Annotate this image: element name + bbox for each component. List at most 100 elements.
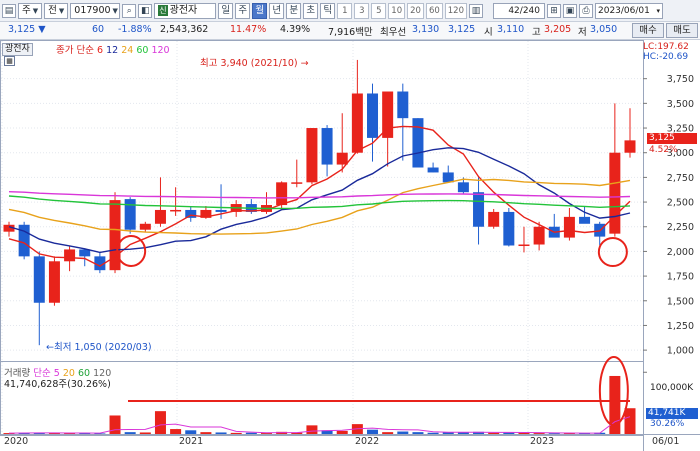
- chevron-down-icon: ▼: [32, 6, 39, 15]
- candle-body: [533, 226, 545, 245]
- candle-body: [33, 256, 45, 303]
- volume-bar: [154, 411, 166, 434]
- candle-body: [79, 249, 91, 257]
- ma-6: 6: [97, 45, 104, 56]
- annotations: [116, 235, 630, 426]
- low-price: 3,050: [590, 24, 618, 35]
- period-week[interactable]: 주: [235, 2, 251, 19]
- candle-body: [579, 216, 591, 224]
- stock-name-field[interactable]: 신 광전자: [154, 2, 217, 19]
- last-pct: 4.52%: [649, 145, 678, 155]
- search-icon[interactable]: ⌕: [122, 3, 137, 18]
- volume-bar: [427, 432, 439, 434]
- period-tick[interactable]: 틱: [320, 2, 336, 19]
- candle-body: [276, 182, 288, 206]
- trade-amount: 7,916백만: [328, 27, 373, 38]
- interval-60[interactable]: 60: [425, 2, 443, 19]
- x-tick-label: 06/01: [652, 436, 679, 447]
- candle-body: [473, 192, 485, 227]
- best-bid: 3,125: [448, 24, 476, 35]
- open-price: 3,110: [497, 24, 525, 35]
- print-icon[interactable]: ⎙: [579, 3, 593, 18]
- volume-bar: [367, 429, 379, 434]
- x-tick-label: 2021: [179, 436, 203, 447]
- main-toolbar: ▤ 주 ▼ 전 ▼ 017900 ▼ ⌕ ◧ 신 광전자 일 주 월 년 분 초 틱 1…: [0, 0, 700, 22]
- candle-body: [291, 182, 303, 184]
- count-input[interactable]: 42/240: [493, 2, 545, 19]
- market-select[interactable]: 주 ▼: [18, 2, 43, 19]
- interval-20[interactable]: 20: [407, 2, 424, 19]
- volume-bar: [488, 432, 500, 434]
- period-day[interactable]: 일: [218, 2, 234, 19]
- volume-bar: [245, 432, 257, 434]
- volume-bar: [215, 432, 227, 434]
- candle-body: [139, 223, 151, 230]
- candle-body: [336, 152, 348, 165]
- volume-ratio: 4.39%: [280, 24, 311, 35]
- volume-bar: [109, 415, 121, 434]
- ma-24: 24: [121, 45, 134, 56]
- candle-body: [397, 91, 409, 119]
- save-icon[interactable]: ▣: [563, 3, 577, 18]
- credit-badge: 신: [158, 5, 168, 16]
- x-tick-label: 2020: [4, 436, 28, 447]
- high-price: 3,205: [544, 24, 572, 35]
- y-tick-label: 1,000: [667, 346, 694, 357]
- date-input[interactable]: 2023/06/01 ▾: [595, 2, 663, 19]
- ma-legend[interactable]: 종가 단순 6 12 24 60 120: [56, 42, 170, 56]
- volume-bar: [397, 431, 409, 434]
- volume-ma-line: [8, 416, 631, 434]
- sell-button[interactable]: 매도: [666, 23, 698, 38]
- candle-body: [215, 209, 227, 212]
- volume-bar: [230, 432, 242, 434]
- interval-3[interactable]: 3: [354, 2, 370, 19]
- quote-bar: 3,125 ▼ 60 -1.88% 2,543,362 11.47% 4.39%…: [0, 22, 700, 40]
- volume-bar: [200, 432, 212, 434]
- volume-bar: [533, 433, 545, 434]
- filter-select[interactable]: 전 ▼: [44, 2, 69, 19]
- arrow-right-icon: →: [300, 58, 309, 69]
- ma-120: 120: [151, 45, 170, 56]
- last-volume-pct: 30.26%: [650, 419, 685, 429]
- calendar-icon: ▾: [656, 6, 660, 15]
- stock-tag[interactable]: 광전자: [2, 43, 33, 56]
- chart-menu-icon[interactable]: ▤: [2, 3, 16, 18]
- chart-type-icon[interactable]: ▥: [469, 3, 483, 18]
- best-ask: 3,130: [412, 24, 440, 35]
- moving-averages: [8, 125, 631, 267]
- y-tick-label: 1,500: [667, 296, 694, 307]
- volume-bar: [624, 408, 636, 434]
- x-tick-label: 2022: [355, 436, 379, 447]
- y-tick-label: 2,000: [667, 247, 694, 258]
- period-month[interactable]: 월: [252, 2, 268, 19]
- volume-bar: [185, 430, 197, 434]
- period-year[interactable]: 년: [269, 2, 285, 19]
- highlight-circle: [597, 237, 628, 267]
- lc-value: LC:197.62: [643, 42, 689, 52]
- zoom-icon[interactable]: ⊞: [547, 3, 561, 18]
- interval-120[interactable]: 120: [444, 2, 467, 19]
- volume-bar: [336, 430, 348, 434]
- stock-code-input[interactable]: 017900 ▼: [70, 2, 121, 19]
- open-label: 시: [484, 27, 493, 38]
- ma-12: 12: [106, 45, 119, 56]
- arrow-left-icon: ←: [46, 342, 54, 353]
- interval-10[interactable]: 10: [388, 2, 406, 19]
- interval-5[interactable]: 5: [371, 2, 387, 19]
- period-second[interactable]: 초: [303, 2, 319, 19]
- history-icon[interactable]: ◧: [138, 3, 153, 18]
- grid-toggle-icon[interactable]: ▦: [4, 56, 15, 66]
- ma-title: 종가 단순: [56, 45, 94, 56]
- candle-body: [518, 244, 530, 247]
- buy-button[interactable]: 매수: [632, 23, 664, 38]
- candle-body: [367, 93, 379, 138]
- trade-volume: 2,543,362: [160, 24, 209, 35]
- interval-1[interactable]: 1: [337, 2, 353, 19]
- chevron-down-icon: ▼: [58, 6, 65, 15]
- y-tick-label: 3,750: [667, 74, 694, 85]
- last-price-tag: 3,125: [647, 133, 697, 144]
- volume-bar: [412, 432, 424, 434]
- candle-body: [609, 152, 621, 234]
- y-tick-label: 1,250: [667, 321, 694, 332]
- period-minute[interactable]: 분: [286, 2, 302, 19]
